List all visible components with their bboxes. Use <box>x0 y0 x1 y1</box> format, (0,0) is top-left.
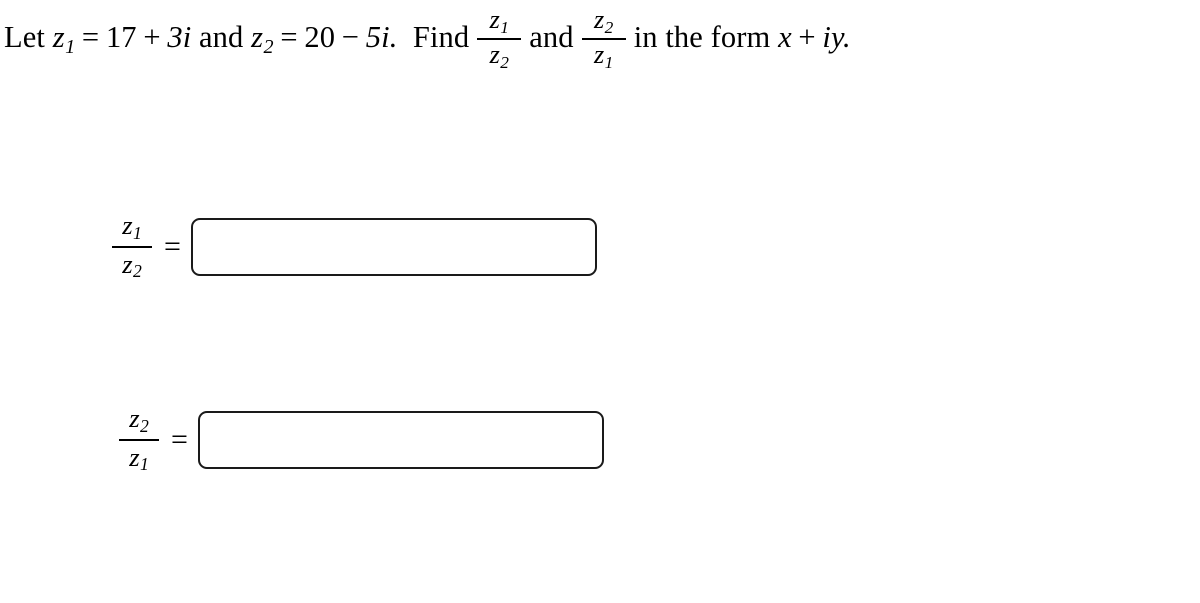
fraction-2-denominator: z1 <box>129 441 149 475</box>
answer-2-equals-sign: = <box>171 422 188 456</box>
equals-sign-1: = <box>81 20 100 55</box>
fraction-1-den-sub: 2 <box>132 261 142 282</box>
minus-sign: − <box>341 20 360 55</box>
form-instruction-text: in the form <box>633 20 771 55</box>
plus-sign-2: + <box>798 20 816 55</box>
inline-fraction-z2-over-z1: z2 z1 <box>581 4 626 71</box>
fraction-label-z1-over-z2: z1 z2 <box>110 212 154 281</box>
inline-frac2-num-var: z <box>593 4 605 34</box>
inline-fraction-2-numerator: z2 <box>589 4 618 38</box>
form-x-symbol: x <box>778 20 792 55</box>
fraction-2-num-sub: 2 <box>139 415 149 436</box>
fraction-1-num-sub: 1 <box>132 222 142 243</box>
z2-symbol: z <box>251 20 264 55</box>
inline-fraction-1-denominator: z2 <box>485 40 514 71</box>
and-word-1: and <box>199 20 244 55</box>
intro-text: Let <box>4 20 45 55</box>
answer-input-z2-over-z1[interactable] <box>197 410 604 469</box>
inline-fraction-z1-over-z2: z1 z2 <box>477 4 522 71</box>
fraction-2-num-var: z <box>129 403 140 433</box>
equals-sign-2: = <box>280 20 298 55</box>
z1-symbol: z <box>52 20 65 55</box>
inline-frac2-den-var: z <box>593 39 605 69</box>
fraction-2-den-var: z <box>129 441 140 472</box>
fraction-1-numerator: z1 <box>122 212 142 246</box>
and-word-2: and <box>529 20 574 55</box>
problem-statement: Let z1 = 17 +3i and z2 = 20−5i. Find z1 z2 and z2… <box>4 4 1196 72</box>
find-word: Find <box>412 20 470 55</box>
z2-imaginary-part: 5i. <box>365 20 398 55</box>
z1-real-part: 17 <box>105 20 137 55</box>
z2-subscript: 2 <box>263 35 274 58</box>
fraction-2-den-sub: 1 <box>139 454 149 475</box>
inline-fraction-2-denominator: z1 <box>589 40 618 71</box>
inline-frac1-num-sub: 1 <box>500 17 509 37</box>
inline-fraction-1-numerator: z1 <box>485 4 514 38</box>
plus-sign-1: + <box>143 20 161 55</box>
fraction-1-den-var: z <box>122 248 133 279</box>
z2-real-part: 20 <box>304 20 336 55</box>
answer-input-z1-over-z2[interactable] <box>190 217 597 276</box>
z1-imaginary-part: 3i <box>167 20 192 55</box>
z1-subscript: 1 <box>65 35 76 58</box>
fraction-1-num-var: z <box>122 210 133 240</box>
answer-row-z1-over-z2: z1 z2 = <box>110 212 597 281</box>
inline-frac2-num-sub: 2 <box>604 17 614 37</box>
fraction-1-denominator: z2 <box>122 248 142 282</box>
inline-frac1-den-var: z <box>489 39 500 69</box>
answer-1-equals-sign: = <box>164 229 181 263</box>
answer-row-z2-over-z1: z2 z1 = <box>117 405 604 474</box>
inline-frac1-num-var: z <box>489 4 500 34</box>
inline-frac2-den-sub: 1 <box>604 52 614 72</box>
fraction-2-numerator: z2 <box>129 405 149 439</box>
inline-frac1-den-sub: 2 <box>500 52 509 72</box>
fraction-label-z2-over-z1: z2 z1 <box>117 405 161 474</box>
form-iy-symbol: iy. <box>822 20 851 55</box>
